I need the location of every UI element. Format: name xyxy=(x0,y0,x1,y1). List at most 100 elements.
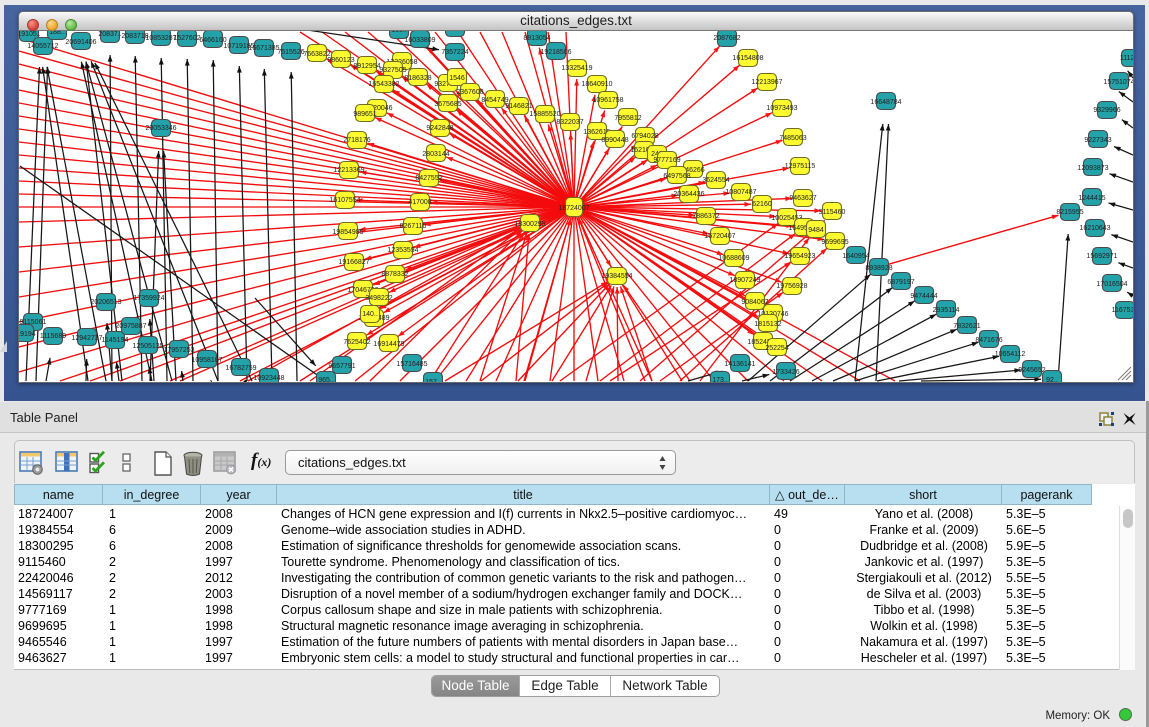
svg-text:18300295: 18300295 xyxy=(514,221,545,228)
svg-text:2367608: 2367608 xyxy=(456,89,483,96)
svg-text:3498222: 3498222 xyxy=(365,295,392,302)
svg-text:12505135: 12505135 xyxy=(132,343,163,350)
svg-text:15720407: 15720407 xyxy=(704,233,735,240)
svg-text:8990448: 8990448 xyxy=(601,137,628,144)
svg-text:8427552: 8427552 xyxy=(415,175,442,182)
svg-text:9860123: 9860123 xyxy=(327,57,354,64)
svg-text:3624554: 3624554 xyxy=(702,177,729,184)
svg-text:252254: 252254 xyxy=(765,345,788,352)
svg-text:16914479: 16914479 xyxy=(373,341,404,348)
svg-text:19218506: 19218506 xyxy=(540,49,571,56)
svg-text:919194: 919194 xyxy=(19,331,36,338)
svg-text:13325419: 13325419 xyxy=(561,65,592,72)
svg-text:9777169: 9777169 xyxy=(653,157,680,164)
svg-text:2935114: 2935114 xyxy=(933,307,960,314)
svg-text:19166827: 19166827 xyxy=(338,259,369,266)
svg-text:1167533: 1167533 xyxy=(1112,307,1133,314)
svg-text:17359924: 17359924 xyxy=(133,295,164,302)
svg-text:16033809: 16033809 xyxy=(404,37,435,44)
svg-text:1115689: 1115689 xyxy=(40,333,66,340)
svg-text:7886372: 7886372 xyxy=(692,213,719,220)
svg-text:2803144: 2803144 xyxy=(422,151,449,158)
svg-text:989651: 989651 xyxy=(353,111,376,118)
svg-text:20975887: 20975887 xyxy=(115,323,146,330)
svg-text:9084067: 9084067 xyxy=(741,299,768,306)
svg-text:9242848: 9242848 xyxy=(426,125,453,132)
svg-text:9227343: 9227343 xyxy=(1084,137,1111,144)
svg-text:12942737: 12942737 xyxy=(71,335,102,342)
svg-text:15716485: 15716485 xyxy=(396,361,427,368)
svg-text:20053346: 20053346 xyxy=(145,125,176,132)
svg-text:20206513: 20206513 xyxy=(90,299,121,306)
svg-text:9474444: 9474444 xyxy=(910,293,937,300)
svg-text:12975115: 12975115 xyxy=(785,163,816,170)
svg-text:10688609: 10688609 xyxy=(718,255,749,262)
svg-text:3675685: 3675685 xyxy=(434,101,461,108)
svg-text:1546: 1546 xyxy=(449,75,465,82)
svg-text:16543382: 16543382 xyxy=(368,81,399,88)
svg-text:1733426: 1733426 xyxy=(772,369,799,376)
svg-text:140..: 140.. xyxy=(362,311,378,318)
svg-text:1244415: 1244415 xyxy=(1078,195,1105,202)
svg-text:1815132: 1815132 xyxy=(754,321,781,328)
svg-text:16154808: 16154808 xyxy=(732,55,763,62)
svg-text:9699695: 9699695 xyxy=(821,239,848,246)
svg-text:9115460: 9115460 xyxy=(819,209,846,216)
svg-text:157..: 157.. xyxy=(425,379,441,382)
svg-text:6879197: 6879197 xyxy=(887,279,914,286)
svg-text:8938928: 8938928 xyxy=(865,265,892,272)
svg-text:9463627: 9463627 xyxy=(789,195,816,202)
svg-text:17957253: 17957253 xyxy=(163,347,194,354)
svg-text:173..: 173.. xyxy=(712,377,728,382)
svg-text:19756928: 19756928 xyxy=(776,283,807,290)
svg-text:1145194: 1145194 xyxy=(102,337,129,344)
svg-text:9245652: 9245652 xyxy=(1018,367,1045,374)
svg-text:8186328: 8186328 xyxy=(404,75,431,82)
svg-text:2718176: 2718176 xyxy=(343,137,370,144)
svg-text:17016504: 17016504 xyxy=(1096,281,1127,288)
svg-text:10853287: 10853287 xyxy=(145,35,176,42)
svg-text:12213967: 12213967 xyxy=(751,79,782,86)
svg-text:9657791: 9657791 xyxy=(328,363,355,370)
svg-text:11123..: 11123.. xyxy=(1120,55,1133,62)
svg-text:10807487: 10807487 xyxy=(725,189,756,196)
svg-text:8813054: 8813054 xyxy=(523,35,550,42)
svg-text:12213369: 12213369 xyxy=(333,167,364,174)
svg-text:18907249: 18907249 xyxy=(729,277,760,284)
svg-text:19854985: 19854985 xyxy=(332,229,363,236)
svg-text:1527602: 1527602 xyxy=(173,35,200,42)
svg-text:16671385: 16671385 xyxy=(248,45,279,52)
svg-text:7515526: 7515526 xyxy=(277,49,304,56)
svg-text:62160: 62160 xyxy=(752,201,772,208)
svg-text:9146821: 9146821 xyxy=(505,103,532,110)
svg-text:20837..: 20837.. xyxy=(98,31,121,38)
svg-text:10923448: 10923448 xyxy=(253,375,284,382)
svg-text:6794028: 6794028 xyxy=(631,133,658,140)
svg-text:92..: 92.. xyxy=(1046,377,1058,382)
svg-text:8878332: 8878332 xyxy=(381,271,408,278)
svg-text:16107554: 16107554 xyxy=(329,197,360,204)
svg-text:7485063: 7485063 xyxy=(779,135,806,142)
svg-text:15885520: 15885520 xyxy=(529,111,560,118)
svg-text:965..: 965.. xyxy=(318,377,334,382)
svg-text:1640954: 1640954 xyxy=(842,253,869,260)
svg-text:19105..: 19105.. xyxy=(19,31,41,38)
svg-text:9327505: 9327505 xyxy=(379,67,406,74)
svg-text:20691406: 20691406 xyxy=(65,39,96,46)
svg-text:19654923: 19654923 xyxy=(784,253,815,260)
svg-text:14055712: 14055712 xyxy=(27,43,58,50)
svg-text:20364436: 20364436 xyxy=(673,191,704,198)
svg-text:16648784: 16648784 xyxy=(870,99,901,106)
svg-text:18724007: 18724007 xyxy=(558,205,589,212)
svg-text:19384554: 19384554 xyxy=(601,273,632,280)
svg-text:16782759: 16782759 xyxy=(225,365,256,372)
svg-text:7357224: 7357224 xyxy=(441,49,468,56)
svg-text:8471676: 8471676 xyxy=(975,337,1002,344)
svg-text:8215955: 8215955 xyxy=(1056,209,1083,216)
svg-text:7832621: 7832621 xyxy=(953,323,980,330)
svg-text:7955812: 7955812 xyxy=(614,115,641,122)
svg-text:15692971: 15692971 xyxy=(1086,253,1117,260)
svg-text:417008: 417008 xyxy=(408,199,431,206)
svg-text:188..: 188.. xyxy=(49,31,65,36)
svg-text:881..: 881.. xyxy=(447,31,463,32)
